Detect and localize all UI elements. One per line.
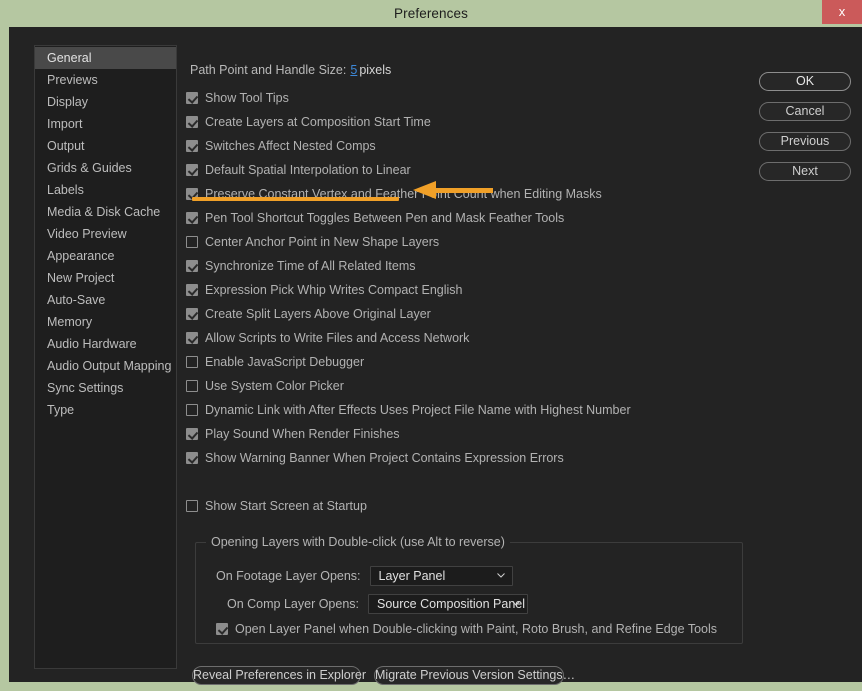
checkbox-label-use-system-color-picker: Use System Color Picker — [205, 379, 344, 393]
path-point-units-label: pixels — [359, 63, 392, 77]
sidebar-item-display[interactable]: Display — [35, 91, 176, 113]
checkbox-expression-pick-whip-writes-compact[interactable] — [186, 284, 198, 296]
sidebar-item-new-project[interactable]: New Project — [35, 267, 176, 289]
sidebar-item-import[interactable]: Import — [35, 113, 176, 135]
checkbox-row-show-start-screen-at-startup[interactable]: Show Start Screen at Startup — [186, 497, 367, 515]
sidebar-item-audio-hardware[interactable]: Audio Hardware — [35, 333, 176, 355]
close-icon[interactable]: x — [822, 0, 862, 24]
sidebar-item-general[interactable]: General — [35, 47, 176, 69]
on-comp-layer-opens-value: Source Composition Panel — [377, 597, 526, 611]
sidebar-item-type[interactable]: Type — [35, 399, 176, 421]
checkbox-use-system-color-picker[interactable] — [186, 380, 198, 392]
preferences-dialog: Preferences x General Previews Display Impo… — [0, 0, 862, 691]
sidebar-item-sync-settings[interactable]: Sync Settings — [35, 377, 176, 399]
checkbox-label-show-start-screen-at-startup: Show Start Screen at Startup — [205, 499, 367, 513]
cancel-button[interactable]: Cancel — [759, 102, 851, 121]
checkbox-row-create-layers-at-composition-start[interactable]: Create Layers at Composition Start Time — [186, 113, 431, 131]
checkbox-row-show-tool-tips[interactable]: Show Tool Tips — [186, 89, 289, 107]
dialog-body: General Previews Display Import Output Grids … — [9, 27, 862, 685]
checkbox-label-create-layers-at-composition-start: Create Layers at Composition Start Time — [205, 115, 431, 129]
checkbox-enable-javascript-debugger[interactable] — [186, 356, 198, 368]
ok-button[interactable]: OK — [759, 72, 851, 91]
open-layer-panel-label: Open Layer Panel when Double-clicking wi… — [235, 622, 717, 636]
general-preferences-panel: Path Point and Handle Size: 5 pixels Show … — [181, 45, 743, 669]
open-layer-panel-checkbox-row[interactable]: Open Layer Panel when Double-clicking wi… — [216, 620, 717, 638]
path-point-label: Path Point and Handle Size: — [190, 63, 347, 77]
checkbox-row-enable-javascript-debugger[interactable]: Enable JavaScript Debugger — [186, 353, 364, 371]
checkbox-play-sound-when-render-finishes[interactable] — [186, 428, 198, 440]
checkbox-label-dynamic-link-with-after-effects: Dynamic Link with After Effects Uses Pro… — [205, 403, 631, 417]
path-point-size-input[interactable]: 5 — [350, 63, 357, 77]
checkbox-row-default-spatial-interpolation-to-linear[interactable]: Default Spatial Interpolation to Linear — [186, 161, 411, 179]
groupbox-legend: Opening Layers with Double-click (use Al… — [206, 535, 510, 549]
checkbox-label-enable-javascript-debugger: Enable JavaScript Debugger — [205, 355, 365, 369]
checkbox-allow-scripts-to-write-files[interactable] — [186, 332, 198, 344]
checkbox-label-show-warning-banner-when-project: Show Warning Banner When Project Contain… — [205, 451, 564, 465]
window-title: Preferences — [394, 6, 468, 21]
reveal-preferences-button[interactable]: Reveal Preferences in Explorer — [192, 666, 366, 685]
checkbox-center-anchor-point-in-new[interactable] — [186, 236, 198, 248]
checkbox-show-start-screen-at-startup[interactable] — [186, 500, 198, 512]
checkbox-row-switches-affect-nested-comps[interactable]: Switches Affect Nested Comps — [186, 137, 376, 155]
sidebar-item-output[interactable]: Output — [35, 135, 176, 157]
on-footage-layer-opens-label: On Footage Layer Opens: — [216, 569, 361, 583]
checkbox-row-dynamic-link-with-after-effects[interactable]: Dynamic Link with After Effects Uses Pro… — [186, 401, 631, 419]
checkbox-label-center-anchor-point-in-new: Center Anchor Point in New Shape Layers — [205, 235, 440, 249]
sidebar-item-memory[interactable]: Memory — [35, 311, 176, 333]
migrate-settings-button[interactable]: Migrate Previous Version Settings… — [374, 666, 575, 685]
checkbox-row-show-warning-banner-when-project[interactable]: Show Warning Banner When Project Contain… — [186, 449, 564, 467]
annotation-underline — [192, 197, 399, 201]
path-point-handle-size-row: Path Point and Handle Size: 5 pixels — [190, 63, 391, 79]
next-button[interactable]: Next — [759, 162, 851, 181]
checkbox-row-use-system-color-picker[interactable]: Use System Color Picker — [186, 377, 344, 395]
sidebar-item-grids-guides[interactable]: Grids & Guides — [35, 157, 176, 179]
sidebar-item-audio-output-mapping[interactable]: Audio Output Mapping — [35, 355, 176, 377]
checkbox-label-default-spatial-interpolation-to-linear: Default Spatial Interpolation to Linear — [205, 163, 411, 177]
checkbox-row-synchronize-time-of-all-related[interactable]: Synchronize Time of All Related Items — [186, 257, 416, 275]
checkbox-default-spatial-interpolation-to-linear[interactable] — [186, 164, 198, 176]
sidebar-item-video-preview[interactable]: Video Preview — [35, 223, 176, 245]
checkbox-row-pen-tool-shortcut-toggles-between[interactable]: Pen Tool Shortcut Toggles Between Pen an… — [186, 209, 564, 227]
checkbox-row-center-anchor-point-in-new[interactable]: Center Anchor Point in New Shape Layers — [186, 233, 439, 251]
checkbox-label-create-split-layers-above-original: Create Split Layers Above Original Layer — [205, 307, 431, 321]
checkbox-label-expression-pick-whip-writes-compact: Expression Pick Whip Writes Compact Engl… — [205, 283, 463, 297]
checkbox-pen-tool-shortcut-toggles-between[interactable] — [186, 212, 198, 224]
checkbox-label-allow-scripts-to-write-files: Allow Scripts to Write Files and Access … — [205, 331, 470, 345]
checkbox-row-create-split-layers-above-original[interactable]: Create Split Layers Above Original Layer — [186, 305, 431, 323]
titlebar: Preferences x — [0, 0, 862, 27]
sidebar-item-media-disk-cache[interactable]: Media & Disk Cache — [35, 201, 176, 223]
checkbox-label-switches-affect-nested-comps: Switches Affect Nested Comps — [205, 139, 376, 153]
checkbox-label-show-tool-tips: Show Tool Tips — [205, 91, 289, 105]
checkbox-row-play-sound-when-render-finishes[interactable]: Play Sound When Render Finishes — [186, 425, 400, 443]
sidebar-item-labels[interactable]: Labels — [35, 179, 176, 201]
sidebar-item-auto-save[interactable]: Auto-Save — [35, 289, 176, 311]
checkbox-switches-affect-nested-comps[interactable] — [186, 140, 198, 152]
annotation-arrow-icon — [413, 181, 493, 199]
open-layer-panel-checkbox[interactable] — [216, 623, 228, 635]
checkbox-label-play-sound-when-render-finishes: Play Sound When Render Finishes — [205, 427, 400, 441]
on-comp-layer-opens-select[interactable]: Source Composition Panel — [368, 594, 529, 614]
checkbox-show-warning-banner-when-project[interactable] — [186, 452, 198, 464]
checkbox-dynamic-link-with-after-effects[interactable] — [186, 404, 198, 416]
checkbox-create-split-layers-above-original[interactable] — [186, 308, 198, 320]
on-footage-layer-opens-value: Layer Panel — [378, 569, 446, 583]
on-comp-layer-opens-row: On Comp Layer Opens: Source Composition … — [227, 594, 529, 614]
checkbox-row-expression-pick-whip-writes-compact[interactable]: Expression Pick Whip Writes Compact Engl… — [186, 281, 463, 299]
on-footage-layer-opens-row: On Footage Layer Opens: Layer Panel — [216, 566, 513, 586]
on-comp-layer-opens-label: On Comp Layer Opens: — [227, 597, 360, 611]
checkbox-row-allow-scripts-to-write-files[interactable]: Allow Scripts to Write Files and Access … — [186, 329, 469, 347]
checkbox-label-pen-tool-shortcut-toggles-between: Pen Tool Shortcut Toggles Between Pen an… — [205, 211, 565, 225]
chevron-down-icon — [496, 573, 505, 578]
sidebar-item-previews[interactable]: Previews — [35, 69, 176, 91]
chevron-down-icon — [512, 601, 520, 606]
preferences-category-list[interactable]: General Previews Display Import Output Grids … — [34, 45, 177, 669]
sidebar-item-appearance[interactable]: Appearance — [35, 245, 176, 267]
previous-button[interactable]: Previous — [759, 132, 851, 151]
opening-layers-groupbox: Opening Layers with Double-click (use Al… — [195, 535, 743, 644]
checkbox-synchronize-time-of-all-related[interactable] — [186, 260, 198, 272]
checkbox-create-layers-at-composition-start[interactable] — [186, 116, 198, 128]
checkbox-label-synchronize-time-of-all-related: Synchronize Time of All Related Items — [205, 259, 416, 273]
checkbox-show-tool-tips[interactable] — [186, 92, 198, 104]
on-footage-layer-opens-select[interactable]: Layer Panel — [369, 566, 513, 586]
